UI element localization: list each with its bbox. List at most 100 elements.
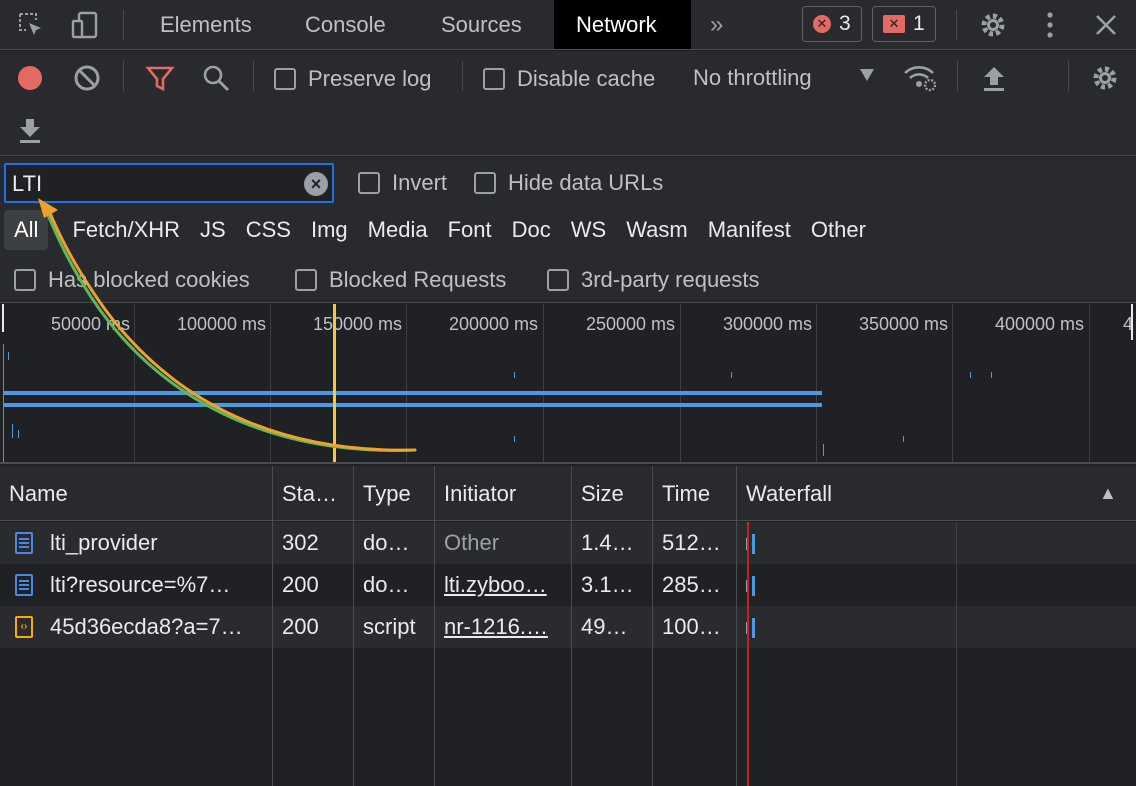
- preserve-log-label: Preserve log: [308, 66, 432, 91]
- type-filter-fetch-xhr[interactable]: Fetch/XHR: [62, 210, 190, 250]
- separator: [956, 10, 957, 40]
- checkbox-box[interactable]: [358, 172, 380, 194]
- waterfall-gridline: [956, 522, 957, 786]
- throttling-select[interactable]: No throttling: [693, 65, 812, 91]
- timeline-marker: [18, 430, 19, 438]
- request-status: 302: [282, 530, 319, 555]
- type-filter-other[interactable]: Other: [801, 210, 876, 250]
- tab-sources[interactable]: Sources: [419, 0, 544, 49]
- tab-console[interactable]: Console: [283, 0, 408, 49]
- more-options-icon[interactable]: [1033, 8, 1067, 42]
- export-har-icon[interactable]: [12, 112, 48, 148]
- checkbox-box[interactable]: [474, 172, 496, 194]
- issues-count-badge[interactable]: ✕ 1: [872, 6, 936, 42]
- type-filter-all[interactable]: All: [4, 210, 49, 250]
- checkbox-box[interactable]: [483, 68, 505, 90]
- invert-checkbox[interactable]: Invert: [358, 170, 447, 196]
- tab-network[interactable]: Network: [554, 0, 691, 49]
- chevron-down-icon[interactable]: [860, 69, 874, 81]
- clear-filter-icon[interactable]: ×: [304, 172, 328, 196]
- timeline-marker: [514, 372, 515, 378]
- type-filter-img[interactable]: Img: [301, 210, 358, 250]
- table-header: Name Sta… Type Initiator Size Time Water…: [0, 466, 1136, 521]
- separator: [253, 61, 254, 91]
- clear-icon[interactable]: [69, 60, 105, 96]
- network-settings-gear-icon[interactable]: [1087, 60, 1123, 96]
- checkbox-box[interactable]: [14, 269, 36, 291]
- type-filter-media[interactable]: Media: [358, 210, 438, 250]
- timeline-marker: [970, 372, 971, 378]
- record-icon[interactable]: [12, 60, 48, 96]
- type-filter-wasm[interactable]: Wasm: [616, 210, 698, 250]
- disable-cache-label: Disable cache: [517, 66, 656, 91]
- network-overview-timeline[interactable]: 50000 ms 100000 ms 150000 ms 200000 ms 2…: [0, 304, 1136, 464]
- device-toolbar-icon[interactable]: [68, 8, 102, 42]
- close-devtools-icon[interactable]: [1089, 8, 1123, 42]
- column-divider[interactable]: [272, 466, 273, 786]
- filter-bar: × Invert Hide data URLs All Fetch/XHR JS…: [0, 157, 1136, 303]
- timeline-marker: [3, 344, 4, 462]
- hide-data-urls-checkbox[interactable]: Hide data URLs: [474, 170, 663, 196]
- type-filter-js[interactable]: JS: [190, 210, 236, 250]
- table-row[interactable]: lti_provider 302 do… Other 1.4… 512…: [0, 522, 1136, 564]
- hide-data-urls-label: Hide data URLs: [508, 170, 664, 195]
- request-initiator-link[interactable]: nr-1216.…: [435, 606, 571, 648]
- document-icon: [15, 574, 33, 596]
- column-header-waterfall[interactable]: Waterfall: [737, 466, 832, 521]
- column-header-name[interactable]: Name: [0, 466, 68, 521]
- timeline-marker: [731, 372, 732, 378]
- type-filter-manifest[interactable]: Manifest: [698, 210, 801, 250]
- request-initiator-link[interactable]: lti.zyboo…: [435, 564, 571, 606]
- type-filter-font[interactable]: Font: [438, 210, 502, 250]
- settings-gear-icon[interactable]: [976, 8, 1010, 42]
- error-count-badge[interactable]: ✕ 3: [802, 6, 862, 42]
- request-name: lti?resource=%7…: [50, 572, 231, 597]
- checkbox-box[interactable]: [274, 68, 296, 90]
- network-toolbar: Preserve log Disable cache No throttling: [0, 51, 1136, 156]
- checkbox-box[interactable]: [295, 269, 317, 291]
- search-icon[interactable]: [198, 60, 234, 96]
- third-party-requests-checkbox[interactable]: 3rd-party requests: [547, 267, 760, 293]
- overview-window-handle-right[interactable]: [1131, 304, 1133, 340]
- blocked-requests-checkbox[interactable]: Blocked Requests: [295, 267, 506, 293]
- waterfall-bar: [752, 618, 755, 638]
- timeline-tick: 50000 ms: [50, 314, 130, 334]
- requests-table: Name Sta… Type Initiator Size Time Water…: [0, 466, 1136, 786]
- type-filter-ws[interactable]: WS: [561, 210, 616, 250]
- sort-ascending-icon[interactable]: ▲: [1090, 466, 1117, 521]
- has-blocked-cookies-checkbox[interactable]: Has blocked cookies: [14, 267, 250, 293]
- network-conditions-icon[interactable]: [902, 60, 938, 96]
- timeline-gridline: [270, 304, 271, 462]
- table-row[interactable]: lti?resource=%7… 200 do… lti.zyboo… 3.1……: [0, 564, 1136, 606]
- column-divider[interactable]: [652, 466, 653, 786]
- dom-content-loaded-line: [333, 304, 336, 462]
- column-header-initiator[interactable]: Initiator: [435, 466, 516, 521]
- import-har-icon[interactable]: [976, 60, 1012, 96]
- filter-icon[interactable]: [142, 60, 178, 96]
- column-header-size[interactable]: Size: [572, 466, 624, 521]
- timeline-gridline: [816, 304, 817, 462]
- column-header-status[interactable]: Sta…: [273, 466, 337, 521]
- column-divider[interactable]: [434, 466, 435, 786]
- type-filter-css[interactable]: CSS: [236, 210, 301, 250]
- column-header-time[interactable]: Time: [653, 466, 710, 521]
- disable-cache-checkbox[interactable]: Disable cache: [483, 66, 655, 92]
- request-initiator: Other: [444, 530, 500, 555]
- more-tabs-button[interactable]: »: [688, 0, 745, 49]
- type-filter-doc[interactable]: Doc: [502, 210, 561, 250]
- checkbox-box[interactable]: [547, 269, 569, 291]
- tab-elements[interactable]: Elements: [138, 0, 274, 49]
- issue-count: 1: [913, 12, 925, 35]
- table-row[interactable]: ‹› 45d36ecda8?a=7… 200 script nr-1216.… …: [0, 606, 1136, 648]
- timeline-gridline: [406, 304, 407, 462]
- column-header-type[interactable]: Type: [354, 466, 411, 521]
- column-divider[interactable]: [736, 466, 737, 786]
- inspect-element-icon[interactable]: [14, 8, 48, 42]
- separator: [123, 61, 124, 91]
- preserve-log-checkbox[interactable]: Preserve log: [274, 66, 432, 92]
- column-divider[interactable]: [571, 466, 572, 786]
- column-divider[interactable]: [353, 466, 354, 786]
- overview-window-handle-left[interactable]: [2, 304, 4, 332]
- filter-input-wrapper[interactable]: ×: [4, 163, 334, 203]
- filter-input[interactable]: [12, 171, 302, 197]
